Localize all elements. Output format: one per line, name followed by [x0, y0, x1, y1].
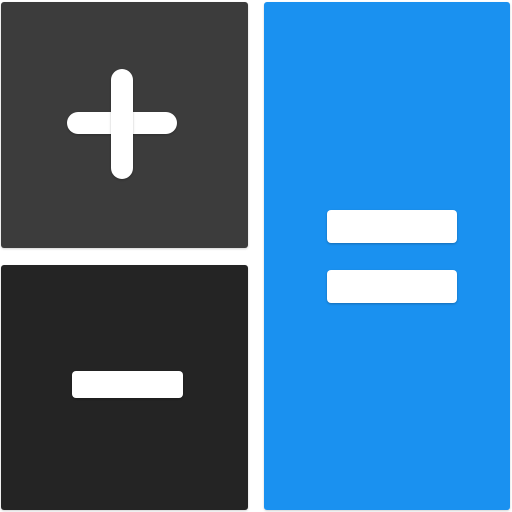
plus-key[interactable] [1, 2, 248, 248]
equals-icon [327, 210, 457, 243]
minus-key[interactable] [1, 265, 248, 510]
equals-icon-bottom-bar [327, 270, 457, 303]
minus-icon [72, 371, 183, 398]
plus-icon-vertical-bar [111, 69, 133, 179]
calculator-icon-canvas [0, 0, 512, 512]
equals-key[interactable] [264, 2, 510, 510]
